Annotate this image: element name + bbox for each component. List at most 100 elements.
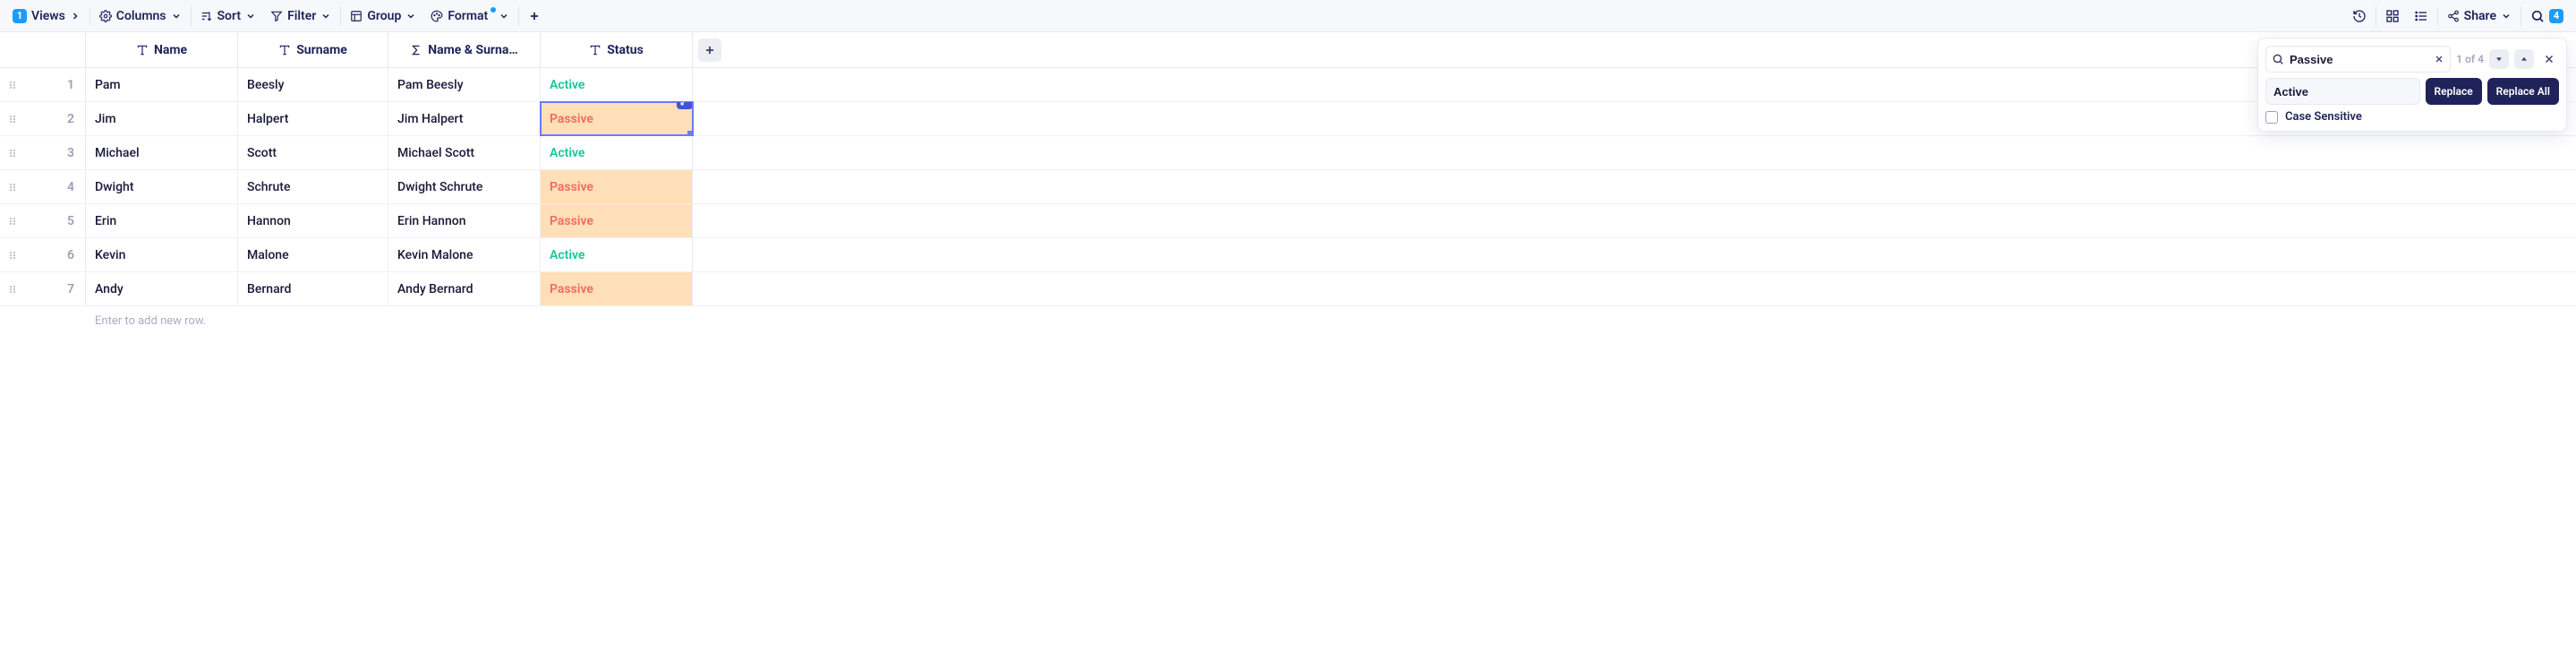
column-header-status[interactable]: Status: [541, 32, 693, 67]
cell[interactable]: Malone: [238, 238, 388, 271]
group-label: Group: [367, 9, 401, 23]
drag-handle-icon[interactable]: [7, 250, 18, 261]
toolbar-separator: [2437, 6, 2438, 26]
find-next-button[interactable]: [2489, 49, 2509, 69]
find-prev-button[interactable]: [2514, 49, 2534, 69]
search-count-badge: 4: [2549, 9, 2563, 23]
history-icon: [2352, 9, 2367, 23]
table-row: 2JimHalpertJim HalpertPassive: [0, 102, 2576, 136]
group-button[interactable]: Group: [343, 4, 423, 28]
column-header-name-surname[interactable]: Name & Surna…: [388, 32, 541, 67]
body-rows: 1PamBeeslyPam BeeslyActive 2JimHalpertJi…: [0, 68, 2576, 306]
close-find-panel[interactable]: [2539, 49, 2559, 69]
rownum-cell[interactable]: 3: [0, 136, 86, 169]
status-cell[interactable]: Active: [541, 238, 693, 271]
status-cell[interactable]: Active: [541, 136, 693, 169]
drag-handle-icon[interactable]: [7, 80, 18, 90]
table-row: 6KevinMaloneKevin MaloneActive: [0, 238, 2576, 272]
case-sensitive-label: Case Sensitive: [2285, 110, 2362, 124]
replace-button[interactable]: Replace: [2426, 78, 2482, 105]
history-button[interactable]: [2345, 4, 2374, 28]
add-column-header: [693, 32, 727, 67]
cell[interactable]: Pam Beesly: [388, 68, 541, 101]
rownum-cell[interactable]: 6: [0, 238, 86, 271]
cell[interactable]: Andy Bernard: [388, 272, 541, 305]
search-button[interactable]: 4: [2523, 4, 2571, 28]
columns-label: Columns: [116, 9, 166, 23]
drag-handle-icon[interactable]: [7, 114, 18, 124]
rownum-cell[interactable]: 4: [0, 170, 86, 203]
cell[interactable]: Jim Halpert: [388, 102, 541, 135]
drag-handle-icon[interactable]: [7, 182, 18, 193]
cell[interactable]: Halpert: [238, 102, 388, 135]
cell[interactable]: Kevin: [86, 238, 238, 271]
table-row: 5 ErinHannonErin HannonPassive: [0, 204, 2576, 238]
clear-search-icon[interactable]: [2434, 54, 2444, 64]
cell[interactable]: Andy: [86, 272, 238, 305]
sort-icon: [200, 10, 213, 22]
status-cell[interactable]: Passive: [541, 272, 693, 305]
cell[interactable]: Scott: [238, 136, 388, 169]
drag-handle-icon[interactable]: [7, 216, 18, 227]
new-row[interactable]: Enter to add new row.: [0, 306, 2576, 335]
status-cell[interactable]: Active: [541, 68, 693, 101]
column-header-label: Status: [607, 43, 644, 57]
cell[interactable]: Jim: [86, 102, 238, 135]
row-number: 5: [67, 214, 74, 228]
cell[interactable]: Michael: [86, 136, 238, 169]
rownum-cell[interactable]: 2: [0, 102, 86, 135]
drag-handle-icon[interactable]: [7, 284, 18, 295]
cell[interactable]: Erin: [86, 204, 238, 237]
share-button[interactable]: Share: [2440, 4, 2519, 28]
cell[interactable]: Bernard: [238, 272, 388, 305]
status-cell[interactable]: Passive: [541, 204, 693, 237]
chevron-down-icon: [499, 11, 509, 21]
cell[interactable]: Michael Scott: [388, 136, 541, 169]
share-label: Share: [2464, 9, 2496, 23]
cell[interactable]: Dwight: [86, 170, 238, 203]
add-column-button[interactable]: [698, 39, 721, 62]
cell[interactable]: Schrute: [238, 170, 388, 203]
status-cell[interactable]: Passive: [541, 170, 693, 203]
table-row: 3 MichaelScottMichael ScottActive: [0, 136, 2576, 170]
chevron-down-icon: [245, 11, 256, 21]
gear-icon: [99, 10, 112, 22]
filter-button[interactable]: Filter: [263, 4, 338, 28]
column-header-name[interactable]: Name: [86, 32, 238, 67]
rownum-cell[interactable]: 7: [0, 272, 86, 305]
cell[interactable]: Hannon: [238, 204, 388, 237]
list-view-button[interactable]: [2407, 4, 2435, 28]
column-header-surname[interactable]: Surname: [238, 32, 388, 67]
expand-cell-icon[interactable]: [677, 102, 693, 109]
replace-input[interactable]: [2265, 78, 2420, 105]
cell[interactable]: Pam: [86, 68, 238, 101]
cell[interactable]: Erin Hannon: [388, 204, 541, 237]
rownum-cell[interactable]: 5: [0, 204, 86, 237]
plus-icon: [528, 10, 541, 22]
table-row: 1 PamBeeslyPam BeeslyActive: [0, 68, 2576, 102]
formula-sigma-icon: [410, 44, 422, 56]
sort-button[interactable]: Sort: [193, 4, 264, 28]
chevron-down-icon: [320, 11, 331, 21]
replace-all-button[interactable]: Replace All: [2487, 78, 2559, 105]
views-count-badge: 1: [13, 9, 27, 23]
table-row: 7AndyBernardAndy BernardPassive: [0, 272, 2576, 306]
views-button[interactable]: 1 Views: [5, 4, 88, 28]
columns-button[interactable]: Columns: [92, 4, 189, 28]
cell[interactable]: Kevin Malone: [388, 238, 541, 271]
cell-resize-handle[interactable]: [687, 131, 693, 135]
add-button[interactable]: [521, 5, 548, 27]
format-button[interactable]: Format: [423, 4, 516, 28]
find-input[interactable]: [2290, 53, 2428, 66]
drag-handle-icon[interactable]: [7, 148, 18, 159]
cell[interactable]: Beesly: [238, 68, 388, 101]
status-cell[interactable]: Passive: [541, 102, 693, 135]
cell[interactable]: Dwight Schrute: [388, 170, 541, 203]
case-sensitive-checkbox[interactable]: [2265, 111, 2278, 124]
group-icon: [350, 10, 363, 22]
row-number: 1: [67, 78, 74, 92]
card-view-button[interactable]: [2378, 4, 2407, 28]
row-number: 3: [67, 146, 74, 160]
rownum-cell[interactable]: 1: [0, 68, 86, 101]
filter-icon: [270, 10, 283, 22]
